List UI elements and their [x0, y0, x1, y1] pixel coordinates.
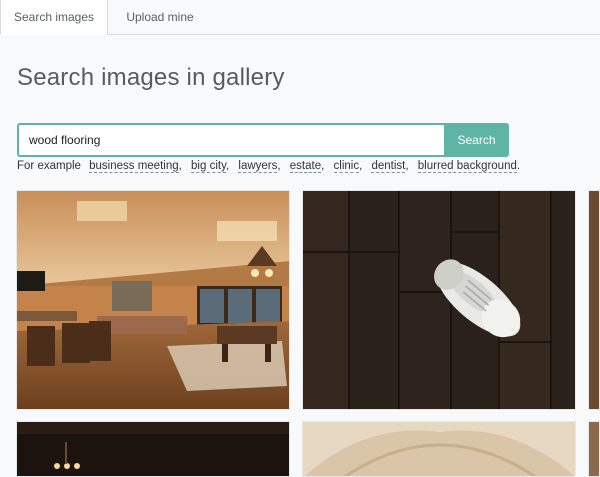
- tab-bar: Search images Upload mine: [0, 0, 600, 35]
- separator: ,: [277, 160, 281, 172]
- page-title: Search images in gallery: [17, 64, 285, 91]
- search-input[interactable]: [17, 123, 444, 157]
- example-link-business-meeting[interactable]: business meeting: [89, 160, 179, 173]
- example-link-lawyers[interactable]: lawyers: [238, 160, 278, 173]
- example-link-big-city[interactable]: big city: [191, 160, 226, 173]
- examples-prefix: For example: [17, 160, 81, 172]
- separator: ,: [225, 160, 230, 172]
- tab-upload-mine-label: Upload mine: [126, 10, 194, 24]
- tab-search-images[interactable]: Search images: [0, 0, 108, 35]
- gallery-image-partial[interactable]: [588, 421, 600, 477]
- separator: ,: [405, 160, 409, 172]
- gallery-image-partial[interactable]: [588, 190, 600, 410]
- example-link-dentist[interactable]: dentist: [371, 160, 406, 173]
- example-queries: For example business meeting, big city, …: [17, 160, 521, 173]
- tab-upload-mine[interactable]: Upload mine: [110, 0, 210, 34]
- examples-end: .: [516, 160, 521, 172]
- separator: ,: [359, 160, 363, 172]
- search-button[interactable]: Search: [444, 123, 509, 157]
- gallery-image-sneaker-dark-wood[interactable]: [302, 190, 576, 410]
- example-link-clinic[interactable]: clinic: [333, 160, 360, 173]
- example-link-estate[interactable]: estate: [289, 160, 322, 173]
- separator: ,: [178, 160, 182, 172]
- example-link-blurred-background[interactable]: blurred background: [417, 160, 517, 173]
- gallery-image-interior-room[interactable]: [16, 190, 290, 410]
- separator: ,: [321, 160, 325, 172]
- gallery-image-dark-chandelier[interactable]: [16, 421, 290, 477]
- tab-search-images-label: Search images: [13, 10, 95, 24]
- gallery-image-light-wood-arch[interactable]: [302, 421, 576, 477]
